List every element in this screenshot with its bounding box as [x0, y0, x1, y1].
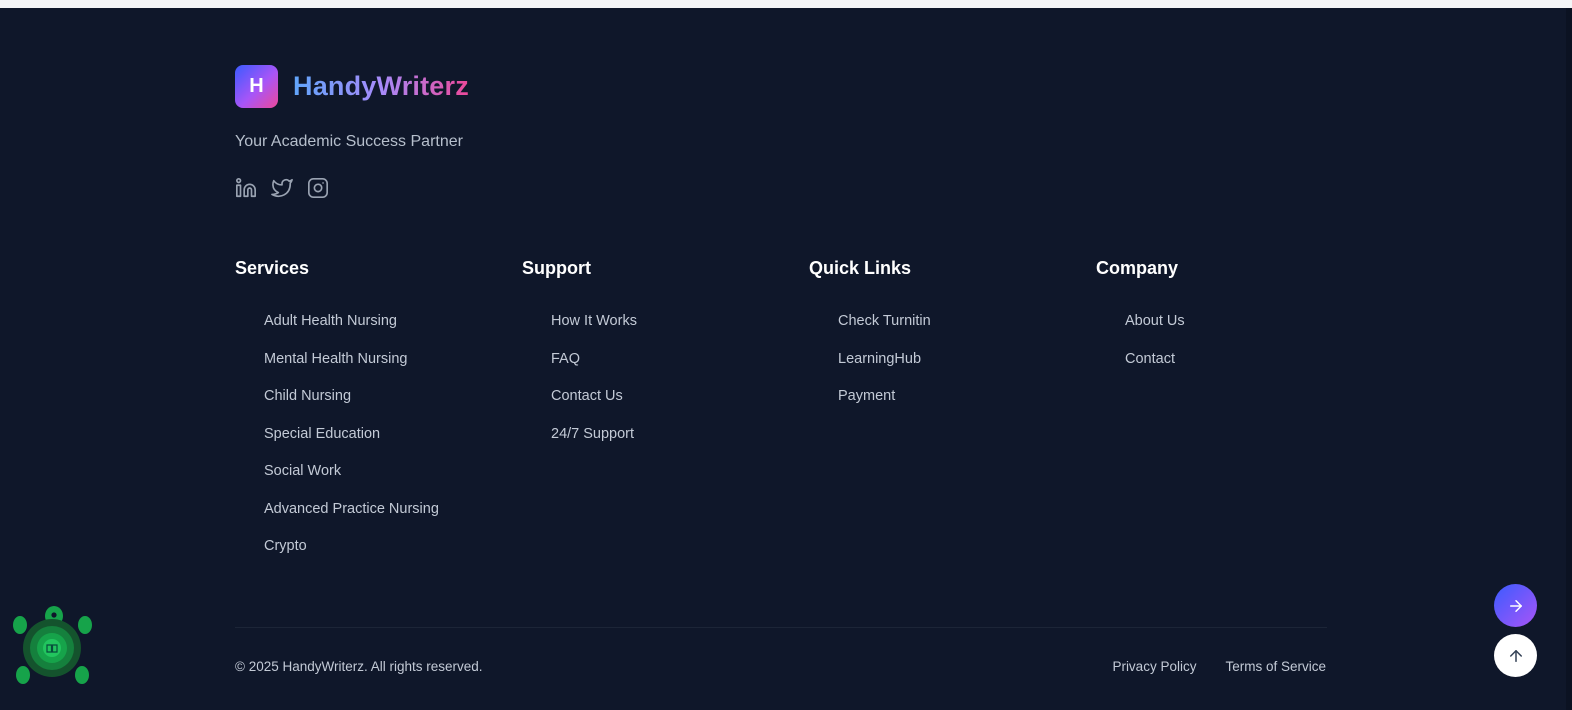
services-link[interactable]: Advanced Practice Nursing — [264, 501, 439, 517]
copyright-text: © 2025 HandyWriterz. All rights reserved… — [235, 659, 483, 674]
footer-brand[interactable]: H HandyWriterz — [235, 65, 469, 108]
services-link[interactable]: Adult Health Nursing — [264, 313, 397, 329]
support-link[interactable]: 24/7 Support — [551, 426, 634, 442]
company-column: Company About Us Contact — [1096, 257, 1185, 386]
footer-divider — [235, 627, 1327, 628]
services-heading: Services — [235, 258, 310, 278]
services-column: Services Adult Health Nursing Mental Hea… — [235, 257, 439, 574]
turtle-book-icon — [13, 606, 92, 684]
quick-link[interactable]: LearningHub — [838, 351, 921, 367]
browser-top-strip — [0, 0, 1572, 8]
quick-links-heading: Quick Links — [809, 258, 912, 278]
services-link[interactable]: Social Work — [264, 463, 341, 479]
brand-logo[interactable]: H — [235, 65, 278, 108]
turtle-widget[interactable] — [10, 604, 96, 688]
services-link[interactable]: Special Education — [264, 426, 380, 442]
services-link[interactable]: Child Nursing — [264, 388, 351, 404]
quick-link[interactable]: Payment — [838, 388, 895, 404]
next-floating-button[interactable] — [1494, 584, 1537, 627]
support-heading: Support — [522, 258, 591, 278]
company-link[interactable]: About Us — [1125, 313, 1185, 329]
linkedin-icon[interactable] — [235, 177, 257, 199]
arrow-up-icon — [1509, 649, 1522, 662]
services-link[interactable]: Mental Health Nursing — [264, 351, 407, 367]
quick-links-column: Quick Links Check Turnitin LearningHub P… — [809, 257, 931, 424]
arrow-right-icon — [1509, 599, 1522, 612]
instagram-icon[interactable] — [307, 177, 329, 199]
legal-links: Privacy Policy Terms of Service — [1112, 659, 1326, 674]
support-link[interactable]: How It Works — [551, 313, 637, 329]
scroll-to-top-button[interactable] — [1494, 634, 1537, 677]
support-column: Support How It Works FAQ Contact Us 24/7… — [522, 257, 637, 461]
privacy-policy-link[interactable]: Privacy Policy — [1112, 659, 1196, 674]
terms-of-service-link[interactable]: Terms of Service — [1225, 659, 1326, 674]
support-link[interactable]: FAQ — [551, 351, 580, 367]
brand-name[interactable]: HandyWriterz — [293, 71, 469, 102]
support-link[interactable]: Contact Us — [551, 388, 623, 404]
quick-link[interactable]: Check Turnitin — [838, 313, 931, 329]
brand-tagline: Your Academic Success Partner — [235, 133, 463, 150]
scrollbar[interactable] — [1566, 8, 1572, 710]
social-links — [235, 177, 329, 199]
company-link[interactable]: Contact — [1125, 351, 1175, 367]
twitter-icon[interactable] — [271, 177, 293, 199]
company-heading: Company — [1096, 258, 1179, 278]
services-link[interactable]: Crypto — [264, 538, 307, 554]
